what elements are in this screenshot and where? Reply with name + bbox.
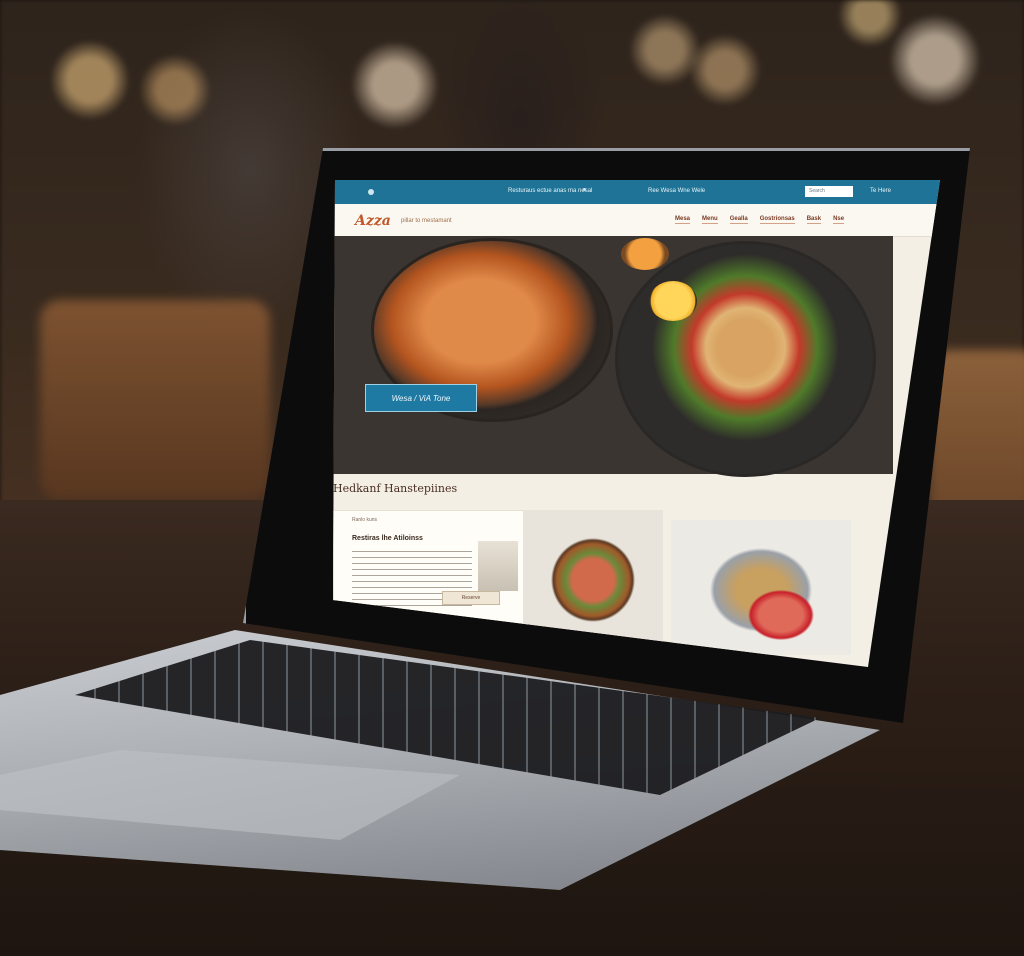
info-card-heading: Restiras lhe Atiloinss: [352, 535, 423, 542]
info-card-button[interactable]: Reserve: [442, 591, 500, 605]
food-card-platter[interactable]: [671, 520, 851, 655]
nav-item-4[interactable]: Gostrionsas: [759, 216, 795, 224]
plate-mixed-grill: [615, 241, 876, 477]
hero-food-image: Wesa / ViA Tone: [333, 236, 893, 477]
lemon-slice: [649, 281, 697, 321]
nav-item-2[interactable]: Menu: [702, 216, 718, 224]
language-switcher[interactable]: Te Here: [870, 188, 891, 194]
search-input[interactable]: Search: [805, 186, 853, 197]
sauce-bowl: [621, 238, 669, 270]
globe-icon: [368, 189, 374, 195]
hero-cta-badge[interactable]: Wesa / ViA Tone: [365, 384, 477, 412]
nav-item-1[interactable]: Mesa: [675, 216, 691, 224]
food-card-meatballs[interactable]: [523, 510, 663, 642]
site-tagline: pillar to mestamant: [401, 218, 452, 224]
nav-item-6[interactable]: Nse: [833, 216, 845, 224]
info-card-label: Ranlo kuns: [352, 517, 378, 523]
site-logo[interactable]: Azza: [355, 213, 391, 229]
site-topbar: Resturaus ectue anas ma nesal Ree Wesa W…: [333, 180, 940, 204]
topbar-meta-text: Resturaus ectue anas ma nesal: [508, 188, 593, 194]
laptop-screen-website: Resturaus ectue anas ma nesal Ree Wesa W…: [333, 180, 940, 667]
topbar-links[interactable]: Ree Wesa Wne Wele: [648, 188, 705, 194]
info-card-thumbnail: [478, 541, 518, 591]
photo-scene: Resturaus ectue anas ma nesal Ree Wesa W…: [0, 0, 1024, 956]
nav-item-5[interactable]: Bask: [806, 216, 822, 224]
main-nav: Mesa Menu Gealla Gostrionsas Bask Nse: [675, 216, 845, 224]
camera-dot-icon: [583, 188, 586, 191]
site-header: Azza pillar to mestamant Mesa Menu Geall…: [333, 204, 940, 237]
nav-item-3[interactable]: Gealla: [729, 216, 748, 224]
section-title: Hedkanf Hanstepiines: [333, 482, 458, 495]
blurred-chair-left: [40, 300, 270, 500]
